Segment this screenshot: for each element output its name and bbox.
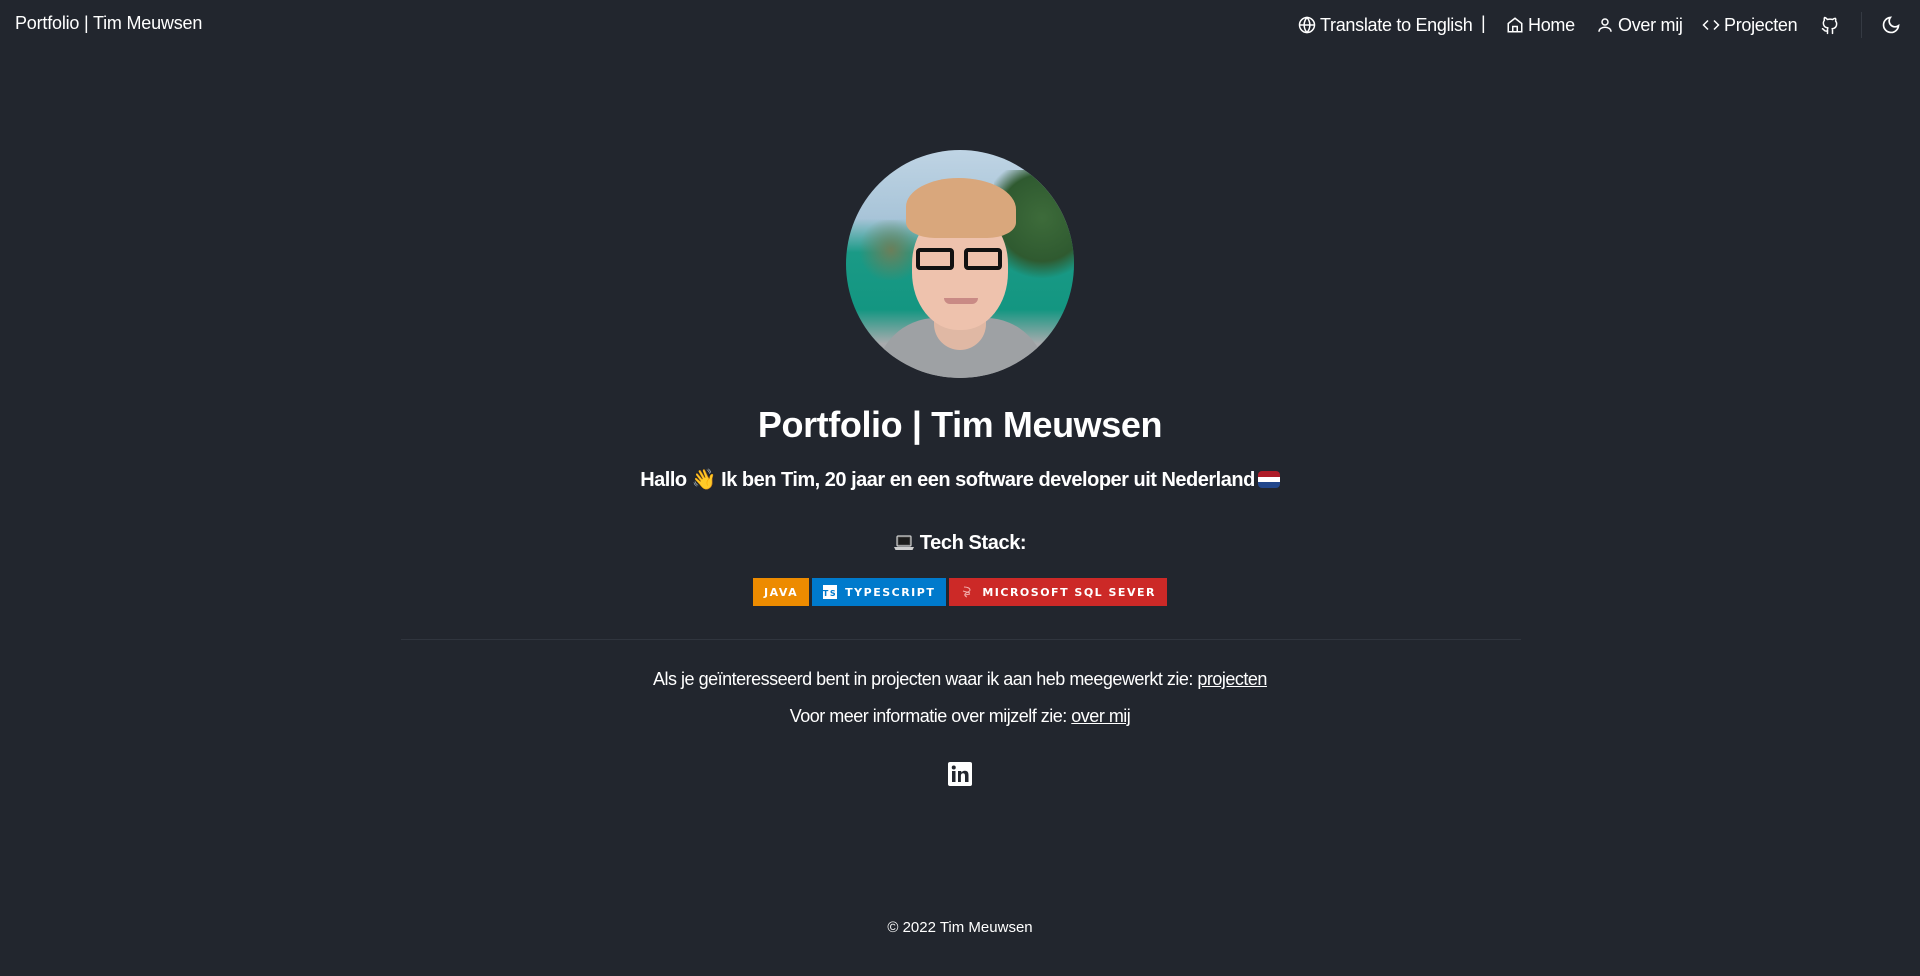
badge-typescript[interactable]: TS TYPESCRIPT bbox=[812, 578, 947, 606]
projects-link[interactable]: projecten bbox=[1197, 669, 1267, 689]
intro-text: Hallo 👋 Ik ben Tim, 20 jaar en een softw… bbox=[0, 467, 1920, 492]
home-icon bbox=[1507, 17, 1523, 33]
nav-item-projecten[interactable]: Projecten bbox=[1702, 13, 1798, 37]
badge-mssql[interactable]: MICROSOFT SQL SEVER bbox=[949, 578, 1167, 606]
projects-text: Als je geïnteresseerd bent in projecten … bbox=[653, 669, 1198, 689]
translate-button[interactable]: Translate to English bbox=[1298, 13, 1473, 37]
linkedin-link[interactable] bbox=[948, 762, 972, 786]
typescript-icon: TS bbox=[823, 585, 838, 599]
svg-text:TS: TS bbox=[823, 589, 837, 598]
moon-icon bbox=[1882, 16, 1900, 34]
nav-item-home[interactable]: Home bbox=[1506, 13, 1575, 37]
translate-label: Translate to English bbox=[1320, 14, 1473, 35]
footer: © 2022 Tim Meuwsen bbox=[0, 919, 1920, 936]
about-link[interactable]: over mij bbox=[1071, 706, 1131, 726]
nav-item-label: Home bbox=[1528, 14, 1575, 35]
nav-divider bbox=[1861, 12, 1862, 38]
copyright: © 2022 Tim Meuwsen bbox=[887, 919, 1033, 936]
intro-prefix: Hallo bbox=[640, 469, 687, 491]
navbar: Portfolio | Tim Meuwsen Translate to Eng… bbox=[0, 0, 1920, 50]
laptop-icon bbox=[893, 535, 914, 550]
nav-item-over-mij[interactable]: Over mij bbox=[1596, 13, 1683, 37]
user-icon bbox=[1598, 18, 1612, 32]
linkedin-icon bbox=[948, 762, 972, 786]
page-title: Portfolio | Tim Meuwsen bbox=[757, 404, 1163, 445]
mssql-icon bbox=[963, 586, 971, 598]
theme-toggle[interactable] bbox=[1880, 13, 1902, 37]
badge-java[interactable]: JAVA bbox=[753, 578, 810, 606]
tech-stack-heading: Tech Stack: bbox=[0, 532, 1920, 555]
avatar bbox=[846, 150, 1074, 378]
badge-label: TYPESCRIPT bbox=[845, 585, 936, 599]
code-icon bbox=[1702, 19, 1720, 31]
intro-body: Ik ben Tim, 20 jaar en een software deve… bbox=[721, 469, 1255, 491]
section-divider bbox=[401, 639, 1521, 640]
about-info: Voor meer informatie over mijzelf zie: o… bbox=[0, 706, 1920, 727]
tech-badges: JAVA TS TYPESCRIPT MICROSOFT SQL SEVER bbox=[0, 578, 1920, 606]
about-text: Voor meer informatie over mijzelf zie: bbox=[789, 706, 1072, 726]
badge-label: MICROSOFT SQL SEVER bbox=[982, 585, 1156, 599]
nav-separator: | bbox=[1481, 13, 1486, 33]
projects-info: Als je geïnteresseerd bent in projecten … bbox=[0, 669, 1920, 690]
brand-link[interactable]: Portfolio | Tim Meuwsen bbox=[15, 13, 202, 34]
globe-icon bbox=[1298, 16, 1316, 34]
nav-item-label: Over mij bbox=[1618, 14, 1683, 35]
nav-item-label: Projecten bbox=[1724, 14, 1798, 35]
badge-label: JAVA bbox=[764, 585, 799, 599]
github-link[interactable] bbox=[1819, 13, 1841, 37]
tech-stack-label: Tech Stack: bbox=[919, 532, 1027, 554]
waving-hand-icon: 👋 bbox=[691, 469, 717, 491]
netherlands-flag-icon bbox=[1257, 471, 1280, 488]
github-icon bbox=[1821, 16, 1838, 35]
